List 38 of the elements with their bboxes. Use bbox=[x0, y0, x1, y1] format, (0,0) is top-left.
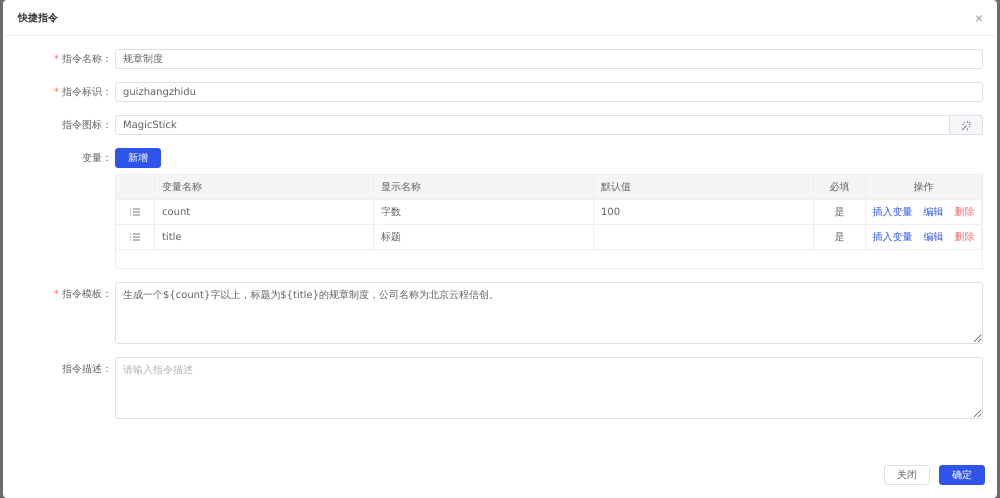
close-button[interactable]: 关闭 bbox=[884, 465, 930, 485]
confirm-button[interactable]: 确定 bbox=[939, 465, 985, 485]
text-field[interactable]: guizhangzhidu bbox=[115, 82, 983, 102]
icon-picker-button[interactable] bbox=[950, 115, 983, 135]
add-button[interactable]: 新增 bbox=[115, 148, 161, 168]
column-header: 默认值 bbox=[594, 175, 814, 200]
column-header: 显示名称 bbox=[374, 175, 594, 200]
table-cell: 标题 bbox=[374, 225, 594, 250]
required-mark: * bbox=[54, 54, 59, 64]
field-label: 变量： bbox=[82, 152, 112, 165]
text-area[interactable]: 生成一个${count}字以上，标题为${title}的规章制度，公司名称为北京云程信创。 bbox=[115, 282, 983, 344]
dialog-title: 快捷指令 bbox=[18, 12, 58, 24]
magic-wand-icon bbox=[960, 120, 972, 130]
required-mark: * bbox=[54, 288, 59, 300]
table-cell: 是 bbox=[814, 225, 866, 250]
field-label: 指令模板： bbox=[62, 288, 112, 301]
table-cell: 100 bbox=[594, 200, 814, 225]
action-link[interactable]: 插入变量 bbox=[872, 230, 912, 244]
icon-field[interactable]: MagicStick bbox=[115, 115, 950, 135]
text-area[interactable]: 请输入指令描述 bbox=[115, 357, 983, 419]
required-mark: * bbox=[54, 86, 59, 98]
field-label: 指令名称： bbox=[62, 52, 112, 66]
action-link[interactable]: 编辑 bbox=[924, 205, 944, 219]
column-header: 变量名称 bbox=[155, 175, 374, 200]
text-field[interactable]: 规章制度 bbox=[115, 49, 983, 69]
column-header: 必填 bbox=[814, 175, 866, 200]
drag-handle-icon[interactable] bbox=[130, 208, 140, 216]
column-header: 操作 bbox=[866, 175, 982, 200]
table-cell: title bbox=[155, 225, 374, 250]
table-cell: count bbox=[155, 200, 374, 225]
field-label: 指令图标： bbox=[62, 118, 112, 132]
action-link[interactable]: 插入变量 bbox=[872, 205, 912, 219]
field-label: 指令描述： bbox=[62, 362, 112, 376]
action-link[interactable]: 编辑 bbox=[924, 230, 944, 244]
table-cell: 是 bbox=[814, 200, 866, 225]
table-cell: 字数 bbox=[374, 200, 594, 225]
field-label: 指令标识： bbox=[62, 86, 112, 99]
drag-handle-icon[interactable] bbox=[130, 233, 140, 241]
